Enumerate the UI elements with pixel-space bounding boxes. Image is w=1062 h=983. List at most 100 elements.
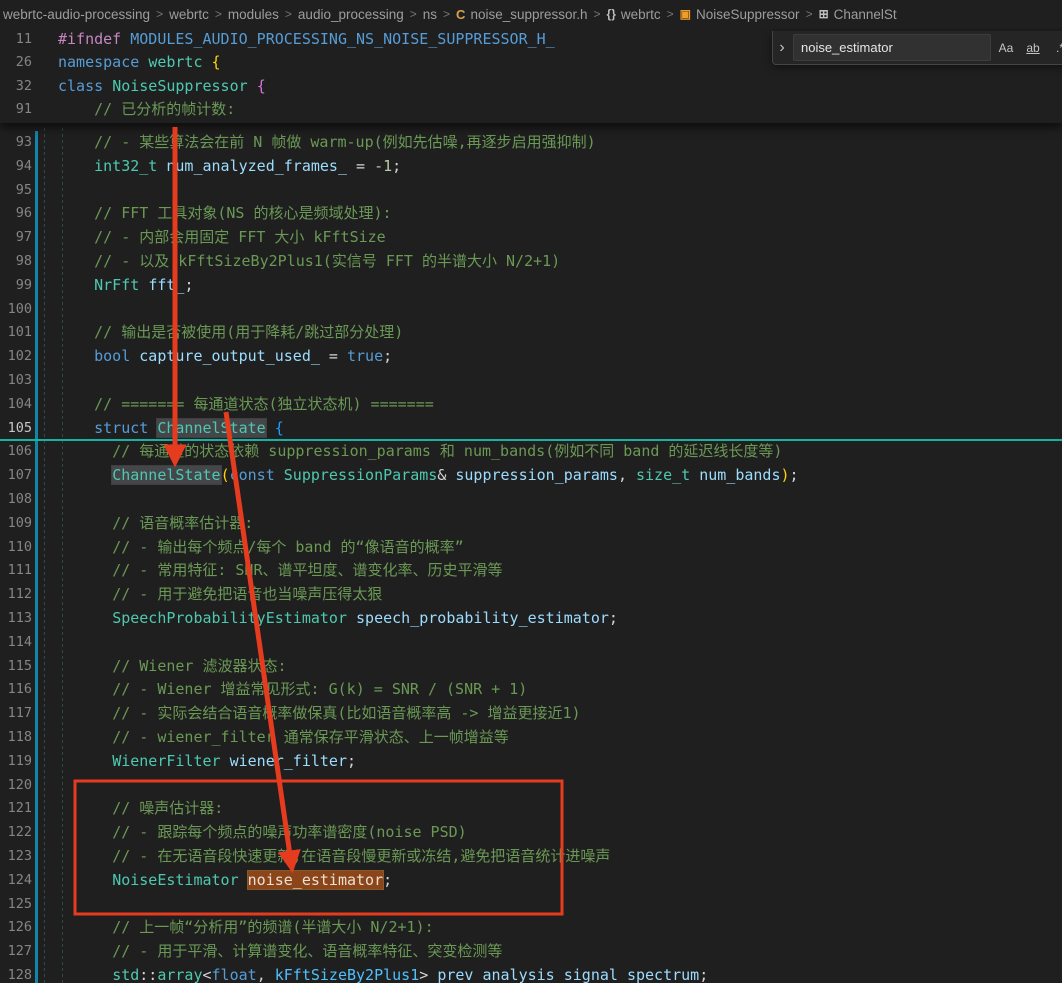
code-editor[interactable]: 93 // - 某些算法会在前 N 帧做 warm-up(例如先估噪,再逐步启用…	[0, 28, 1062, 983]
regex-button[interactable]: .*	[1048, 37, 1062, 59]
code-line-112[interactable]: 112 // - 用于避免把语音也当噪声压得太狠	[0, 583, 1062, 607]
find-input[interactable]	[793, 34, 991, 61]
line-number: 101	[7, 324, 32, 341]
code-text: // - 实际会结合语音概率做保真(比如语音概率高 -> 增益更接近1)	[58, 702, 580, 726]
code-text: // - Wiener 增益常见形式: G(k) = SNR / (SNR + …	[58, 678, 527, 702]
code-line-91[interactable]: 91 // 已分析的帧计数:	[0, 98, 1062, 121]
code-line-107[interactable]: 107 ChannelState(const SuppressionParams…	[0, 464, 1062, 488]
code-line-93[interactable]: 93 // - 某些算法会在前 N 帧做 warm-up(例如先估噪,再逐步启用…	[0, 131, 1062, 155]
code-line-101[interactable]: 101 // 输出是否被使用(用于降耗/跳过部分处理)	[0, 321, 1062, 346]
code-line-32[interactable]: 32 class NoiseSuppressor {	[0, 75, 1062, 98]
code-text: int32_t num_analyzed_frames_ = -1;	[58, 155, 401, 179]
code-line-122[interactable]: 122 // - 跟踪每个频点的噪声功率谱密度(noise PSD)	[0, 821, 1062, 845]
line-number: 113	[7, 609, 32, 626]
breadcrumb-separator: >	[805, 7, 813, 21]
code-token: ;	[699, 965, 709, 983]
code-line-109[interactable]: 109 // 语音概率估计器:	[0, 511, 1062, 536]
code-line-108[interactable]: 108	[0, 487, 1062, 512]
breadcrumb-item-channelst[interactable]: ⊞ ChannelSt	[819, 7, 897, 22]
breadcrumb-item-webrtc[interactable]: {} webrtc	[607, 7, 661, 22]
code-line-121[interactable]: 121 // 噪声估计器:	[0, 797, 1062, 822]
code-token: =	[319, 347, 347, 366]
code-line-106[interactable]: 106 // 每通道的状态依赖 suppression_params 和 num…	[0, 440, 1062, 465]
code-token: num_bands	[699, 466, 781, 485]
code-line-98[interactable]: 98 // - 以及 kFftSizeBy2Plus1(实信号 FFT 的半谱大…	[0, 249, 1062, 274]
code-line-117[interactable]: 117 // - 实际会结合语音概率做保真(比如语音概率高 -> 增益更接近1)	[0, 702, 1062, 726]
code-line-126[interactable]: 126 // 上一帧“分析用”的频谱(半谱大小 N/2+1):	[0, 916, 1062, 941]
breadcrumb-item-noise-suppressor-h[interactable]: Cnoise_suppressor.h	[456, 7, 587, 22]
code-token: std	[112, 965, 140, 983]
code-line-120[interactable]: 120	[0, 773, 1062, 798]
whole-word-button[interactable]: ab	[1021, 37, 1045, 59]
code-line-100[interactable]: 100	[0, 297, 1062, 322]
code-line-102[interactable]: 102 bool capture_output_used_ = true;	[0, 345, 1062, 369]
code-line-103[interactable]: 103	[0, 368, 1062, 393]
code-line-115[interactable]: 115 // Wiener 滤波器状态:	[0, 654, 1062, 679]
code-token: // - 用于避免把语音也当噪声压得太狠	[112, 585, 383, 604]
breadcrumb-item-modules[interactable]: modules	[228, 7, 279, 22]
code-line-110[interactable]: 110 // - 输出每个频点/每个 band 的“像语音的概率”	[0, 535, 1062, 560]
code-line-104[interactable]: 104 // ======= 每通道状态(独立状态机) =======	[0, 392, 1062, 417]
line-number: 117	[7, 705, 32, 722]
code-line-97[interactable]: 97 // - 内部会用固定 FFT 大小 kFftSize	[0, 226, 1062, 250]
line-number: 128	[7, 966, 32, 983]
code-line-94[interactable]: 94 int32_t num_analyzed_frames_ = -1;	[0, 154, 1062, 179]
code-text: // - wiener_filter 通常保存平滑状态、上一帧增益等	[58, 726, 509, 750]
code-token: ,	[617, 466, 636, 485]
code-token: ;	[383, 870, 393, 889]
code-line-127[interactable]: 127 // - 用于平滑、计算谱变化、语音概率特征、突变检测等	[0, 940, 1062, 964]
code-line-116[interactable]: 116 // - Wiener 增益常见形式: G(k) = SNR / (SN…	[0, 678, 1062, 703]
code-token: class	[58, 76, 113, 95]
code-line-128[interactable]: 128 std::array<float, kFftSizeBy2Plus1> …	[0, 963, 1062, 983]
git-modified-indicator	[35, 392, 38, 417]
breadcrumb-item-ns[interactable]: ns	[423, 7, 437, 22]
code-line-111[interactable]: 111 // - 常用特征: SNR、谱平坦度、谱变化率、历史平滑等	[0, 559, 1062, 584]
code-text: bool capture_output_used_ = true;	[58, 345, 392, 369]
code-line-99[interactable]: 99 NrFft fft_;	[0, 273, 1062, 298]
code-token: -1	[374, 156, 393, 175]
code-line-96[interactable]: 96 // FFT 工具对象(NS 的核心是频域处理):	[0, 202, 1062, 227]
code-line-118[interactable]: 118 // - wiener_filter 通常保存平滑状态、上一帧增益等	[0, 725, 1062, 750]
line-number: 105	[7, 419, 32, 436]
code-token: ::	[139, 965, 158, 983]
breadcrumb-separator: >	[156, 7, 164, 21]
breadcrumb-label: webrtc-audio-processing	[3, 6, 151, 22]
code-line-114[interactable]: 114	[0, 630, 1062, 655]
breadcrumb-label: audio_processing	[297, 6, 404, 22]
match-case-button[interactable]: Aa	[994, 37, 1018, 59]
code-text: // - 在无语音段快速更新,在语音段慢更新或冻结,避免把语音统计进噪声	[58, 845, 610, 869]
code-line-124[interactable]: 124 NoiseEstimator noise_estimator;	[0, 868, 1062, 893]
git-modified-indicator	[35, 368, 38, 393]
code-text: // Wiener 滤波器状态:	[58, 655, 286, 679]
code-line-123[interactable]: 123 // - 在无语音段快速更新,在语音段慢更新或冻结,避免把语音统计进噪声	[0, 844, 1062, 869]
breadcrumb-item-noisesuppressor[interactable]: ▣ NoiseSuppressor	[680, 7, 800, 22]
breadcrumb-item-audio-processing[interactable]: audio_processing	[298, 7, 404, 22]
code-token: &	[437, 466, 456, 485]
git-modified-indicator	[35, 202, 38, 227]
breadcrumb-item-webrtc[interactable]: webrtc	[169, 7, 209, 22]
git-modified-indicator	[35, 725, 38, 750]
code-token: ;	[184, 275, 194, 294]
git-modified-indicator	[35, 963, 38, 983]
code-line-113[interactable]: 113 SpeechProbabilityEstimator speech_pr…	[0, 606, 1062, 631]
toggle-replace-chevron-icon[interactable]: ›	[775, 39, 789, 57]
line-number: 111	[7, 562, 32, 579]
code-line-105[interactable]: 105 struct ChannelState {	[0, 416, 1062, 442]
code-token: // - Wiener 增益常见形式: G(k) = SNR / (SNR + …	[112, 680, 528, 699]
code-line-125[interactable]: 125	[0, 892, 1062, 917]
code-line-95[interactable]: 95	[0, 178, 1062, 203]
code-text: // - 以及 kFftSizeBy2Plus1(实信号 FFT 的半谱大小 N…	[58, 250, 560, 274]
line-number: 124	[7, 871, 32, 888]
breadcrumb-item-webrtc-audio-processing[interactable]: webrtc-audio-processing	[3, 7, 150, 22]
code-token: >	[419, 965, 429, 983]
code-line-119[interactable]: 119 WienerFilter wiener_filter;	[0, 749, 1062, 774]
